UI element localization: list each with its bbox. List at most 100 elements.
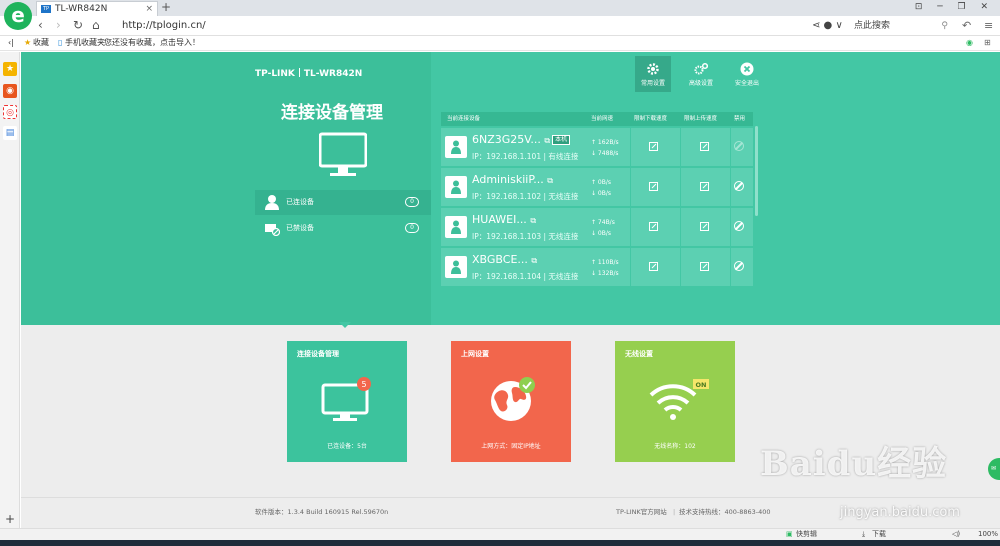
card-internet-settings[interactable]: 上网设置 上网方式：固定IP地址 [451,341,571,462]
browser-logo-icon[interactable]: e [4,2,32,30]
bookmark-bar: ‹| ★ 收藏 ▯ 手机收藏夹 您还没有收藏，点击导入！ ◉ ⊞ [0,36,1000,51]
url-input[interactable]: http://tplogin.cn/ [110,18,810,34]
nav-advanced-settings[interactable]: 高级设置 [683,56,719,92]
weibo-icon[interactable]: ◉ [3,84,17,98]
bookmark-collapse-icon[interactable]: ‹| [8,36,14,50]
edit-download-limit-icon[interactable] [649,262,658,271]
undo-icon[interactable]: ↶ [962,19,971,32]
address-bar: ‹ › ↻ ⌂ http://tplogin.cn/ ⋖ ● ∨ 点此搜索 ⚲ … [0,16,1000,36]
card-footer: 无线名称：102 [654,443,696,450]
upload-rate: ↑ 0B/s [591,179,612,186]
edit-upload-limit-icon[interactable] [700,142,709,151]
model-name: TL-WR842N [303,69,363,79]
card-device-management[interactable]: 连接设备管理 5 已连设备：5台 [287,341,407,462]
menu-icon[interactable]: ≡ [984,19,993,32]
support-hotline: 技术支持热线：400-8863-400 [679,508,771,516]
disable-device-icon[interactable] [734,141,744,151]
col-disable: 禁用 [734,116,746,122]
nav-common-settings[interactable]: 常用设置 [635,56,671,92]
edit-download-limit-icon[interactable] [649,182,658,191]
nav-label: 高级设置 [688,80,713,87]
card-footer: 已连设备：5台 [327,443,367,450]
zoom-level[interactable]: 100% [978,529,998,540]
search-icon[interactable]: ⚲ [941,18,948,34]
download-rate: ↓ 7488/s [591,150,619,157]
device-avatar [445,216,467,238]
download-rate: ↓ 0B/s [591,230,612,237]
menu-count: 0 [405,197,419,207]
download-label[interactable]: 下载 [872,529,886,540]
official-site-link[interactable]: TP-LINK官方网站 [616,498,667,526]
volume-icon[interactable]: ◁) [952,529,960,540]
chat-icon[interactable]: ◉ [966,36,973,50]
window-controls[interactable]: ⊡ ─ ❐ ✕ [915,2,994,12]
share-icon[interactable]: ⋖ ● ∨ [812,20,843,31]
device-name: 6NZ3G25V... ⧉ 本机 [472,133,571,146]
clip-label[interactable]: 快剪辑 [796,529,817,540]
rename-icon[interactable]: ⧉ [530,216,536,225]
device-name-text: HUAWEI... [472,213,527,226]
bookmark-mobile[interactable]: 手机收藏夹 [65,36,105,50]
download-rate: ↓ 0B/s [591,190,612,197]
page-title: 连接设备管理 [281,103,383,123]
col-speed: 当前网速 [591,116,614,122]
card-title: 无线设置 [625,350,653,358]
add-sidebar-icon[interactable]: + [5,512,15,526]
edit-download-limit-icon[interactable] [649,142,658,151]
browser-sidebar: ★ ◉ ◎ ▤ + [0,52,20,546]
device-rate: ↑ 74B/s ↓ 0B/s [591,217,629,239]
device-ip: IP：192.168.1.103 | 无线连接 [472,232,579,241]
table-row: HUAWEI... ⧉ IP：192.168.1.103 | 无线连接 ↑ 74… [441,206,753,246]
device-name: AdminiskiiP... ⧉ [472,173,553,186]
edit-upload-limit-icon[interactable] [700,222,709,231]
wifi-icon: ON [649,379,709,420]
disable-device-icon[interactable] [734,181,744,191]
new-tab-plus-icon[interactable]: + [161,0,171,14]
bookmark-import-hint[interactable]: 您还没有收藏，点击导入！ [104,36,200,50]
disable-device-icon[interactable] [734,261,744,271]
user-icon [451,220,461,234]
baidu-watermark-url: jingyan.baidu.com [840,505,960,520]
grid-icon[interactable]: ⊞ [984,36,991,50]
menu-count: 0 [405,223,419,233]
rename-icon[interactable]: ⧉ [547,176,553,185]
disable-device-icon[interactable] [734,221,744,231]
search-input[interactable]: 点此搜索 ⚲ [850,18,952,34]
user-icon [451,140,461,154]
menu-connected-devices[interactable]: 已连设备 0 [255,190,431,215]
card-title: 上网设置 [461,350,489,358]
back-icon[interactable]: ‹ [38,18,43,32]
favorites-star-icon[interactable]: ★ [3,62,17,76]
rename-icon[interactable]: ⧉ [531,256,537,265]
menu-blocked-devices[interactable]: 已禁设备 0 [255,216,431,241]
device-rate: ↑ 162B/s ↓ 7488/s [591,137,629,159]
target-icon[interactable]: ◎ [3,105,17,119]
active-card-pointer [339,322,351,328]
hero-panel: TP-LINK TL-WR842N 连接设备管理 已连设备 0 已禁设备 0 常用… [21,52,1000,325]
table-scrollbar[interactable] [755,126,758,216]
mobile-icon: ▯ [58,38,63,47]
device-name: XBGBCE... ⧉ [472,253,537,266]
exit-icon [740,62,754,76]
col-limit-up: 限制上传速度 [684,116,718,122]
card-wireless-settings[interactable]: 无线设置 ON 无线名称：102 [615,341,735,462]
tab-router[interactable]: TP TL-WR842N × [36,1,158,16]
edit-download-limit-icon[interactable] [649,222,658,231]
edit-upload-limit-icon[interactable] [700,182,709,191]
nav-logout[interactable]: 安全退出 [729,56,765,92]
bookmark-favorites[interactable]: 收藏 [33,36,49,50]
document-icon[interactable]: ▤ [3,126,17,140]
upload-rate: ↑ 162B/s [591,139,619,146]
close-tab-icon[interactable]: × [145,2,153,16]
refresh-icon[interactable]: ↻ [73,18,83,32]
baidu-watermark: Baidu经验 [760,444,948,484]
device-ip: IP：192.168.1.101 | 有线连接 [472,152,579,161]
upload-rate: ↑ 74B/s [591,219,615,226]
device-avatar [445,176,467,198]
card-title: 连接设备管理 [297,350,339,358]
home-icon[interactable]: ⌂ [92,18,100,32]
rename-icon[interactable]: ⧉ [544,136,550,145]
forward-icon[interactable]: › [56,18,61,32]
edit-upload-limit-icon[interactable] [700,262,709,271]
nav-label: 常用设置 [640,80,665,87]
